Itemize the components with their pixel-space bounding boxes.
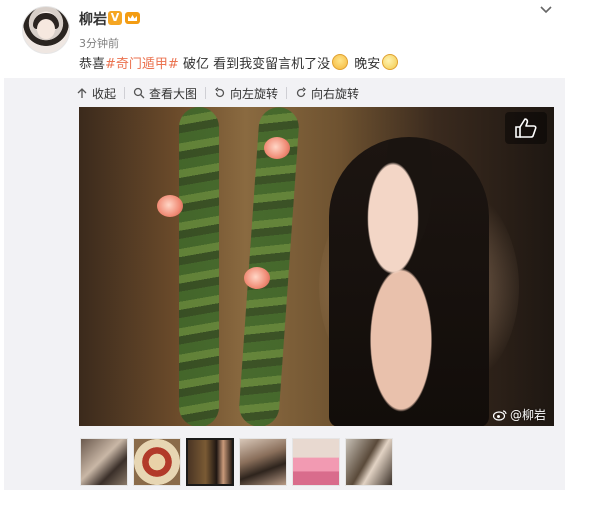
rotate-left-button[interactable]: 向左旋转 bbox=[214, 85, 278, 102]
thumbs-up-icon bbox=[515, 118, 537, 138]
view-large-button[interactable]: 查看大图 bbox=[133, 85, 197, 102]
collapse-button[interactable]: 收起 bbox=[76, 85, 116, 102]
main-photo[interactable] bbox=[79, 107, 554, 426]
avatar-face bbox=[37, 19, 55, 39]
photo-flower bbox=[157, 195, 183, 217]
smile-emoji-icon bbox=[332, 54, 349, 70]
chevron-down-icon[interactable] bbox=[538, 4, 554, 16]
like-button[interactable] bbox=[505, 112, 547, 144]
rotate-right-icon bbox=[296, 87, 307, 98]
crown-icon bbox=[125, 12, 140, 24]
thumbnail[interactable] bbox=[292, 438, 340, 486]
hashtag-link[interactable]: #奇门遁甲# bbox=[105, 57, 179, 72]
collapse-up-icon bbox=[77, 88, 87, 98]
verified-badge-icon: V bbox=[108, 11, 122, 25]
thumbnail[interactable] bbox=[80, 438, 128, 486]
toolbar-divider bbox=[124, 87, 126, 99]
zoom-icon bbox=[133, 87, 145, 99]
post-time[interactable]: 3分钟前 bbox=[79, 35, 119, 51]
photo-watermark: @柳岩 bbox=[493, 406, 546, 423]
avatar[interactable] bbox=[22, 6, 70, 54]
rotate-left-icon bbox=[215, 87, 225, 98]
rotate-left-label: 向左旋转 bbox=[230, 86, 279, 101]
text-mid: 破亿 看到我变留言机了没 bbox=[182, 57, 331, 72]
media-toolbar: 收起 查看大图 向左旋转 向右旋转 bbox=[76, 84, 359, 102]
thumbnail-strip bbox=[80, 438, 393, 486]
toolbar-divider bbox=[286, 87, 288, 99]
thumbnail[interactable] bbox=[345, 438, 393, 486]
photo-flower bbox=[264, 137, 290, 159]
watermark-text: @柳岩 bbox=[510, 408, 547, 422]
thumbnail-active[interactable] bbox=[186, 438, 234, 486]
collapse-label: 收起 bbox=[92, 86, 117, 101]
text-prefix: 恭喜 bbox=[79, 57, 106, 72]
rotate-right-button[interactable]: 向右旋转 bbox=[295, 85, 359, 102]
toolbar-divider bbox=[205, 87, 207, 99]
weibo-logo-icon bbox=[493, 409, 507, 421]
thumbnail[interactable] bbox=[133, 438, 181, 486]
text-end: 晚安 bbox=[354, 57, 381, 72]
photo-vine bbox=[179, 107, 219, 426]
photo-figure bbox=[329, 137, 489, 426]
author-name[interactable]: 柳岩 bbox=[79, 9, 107, 29]
thumbnail[interactable] bbox=[239, 438, 287, 486]
post-text: 恭喜#奇门遁甲# 破亿 看到我变留言机了没 晚安 bbox=[79, 53, 400, 72]
rotate-right-label: 向右旋转 bbox=[311, 86, 360, 101]
photo-flower bbox=[244, 267, 270, 289]
wave-emoji-icon bbox=[382, 54, 399, 70]
view-large-label: 查看大图 bbox=[149, 86, 198, 101]
